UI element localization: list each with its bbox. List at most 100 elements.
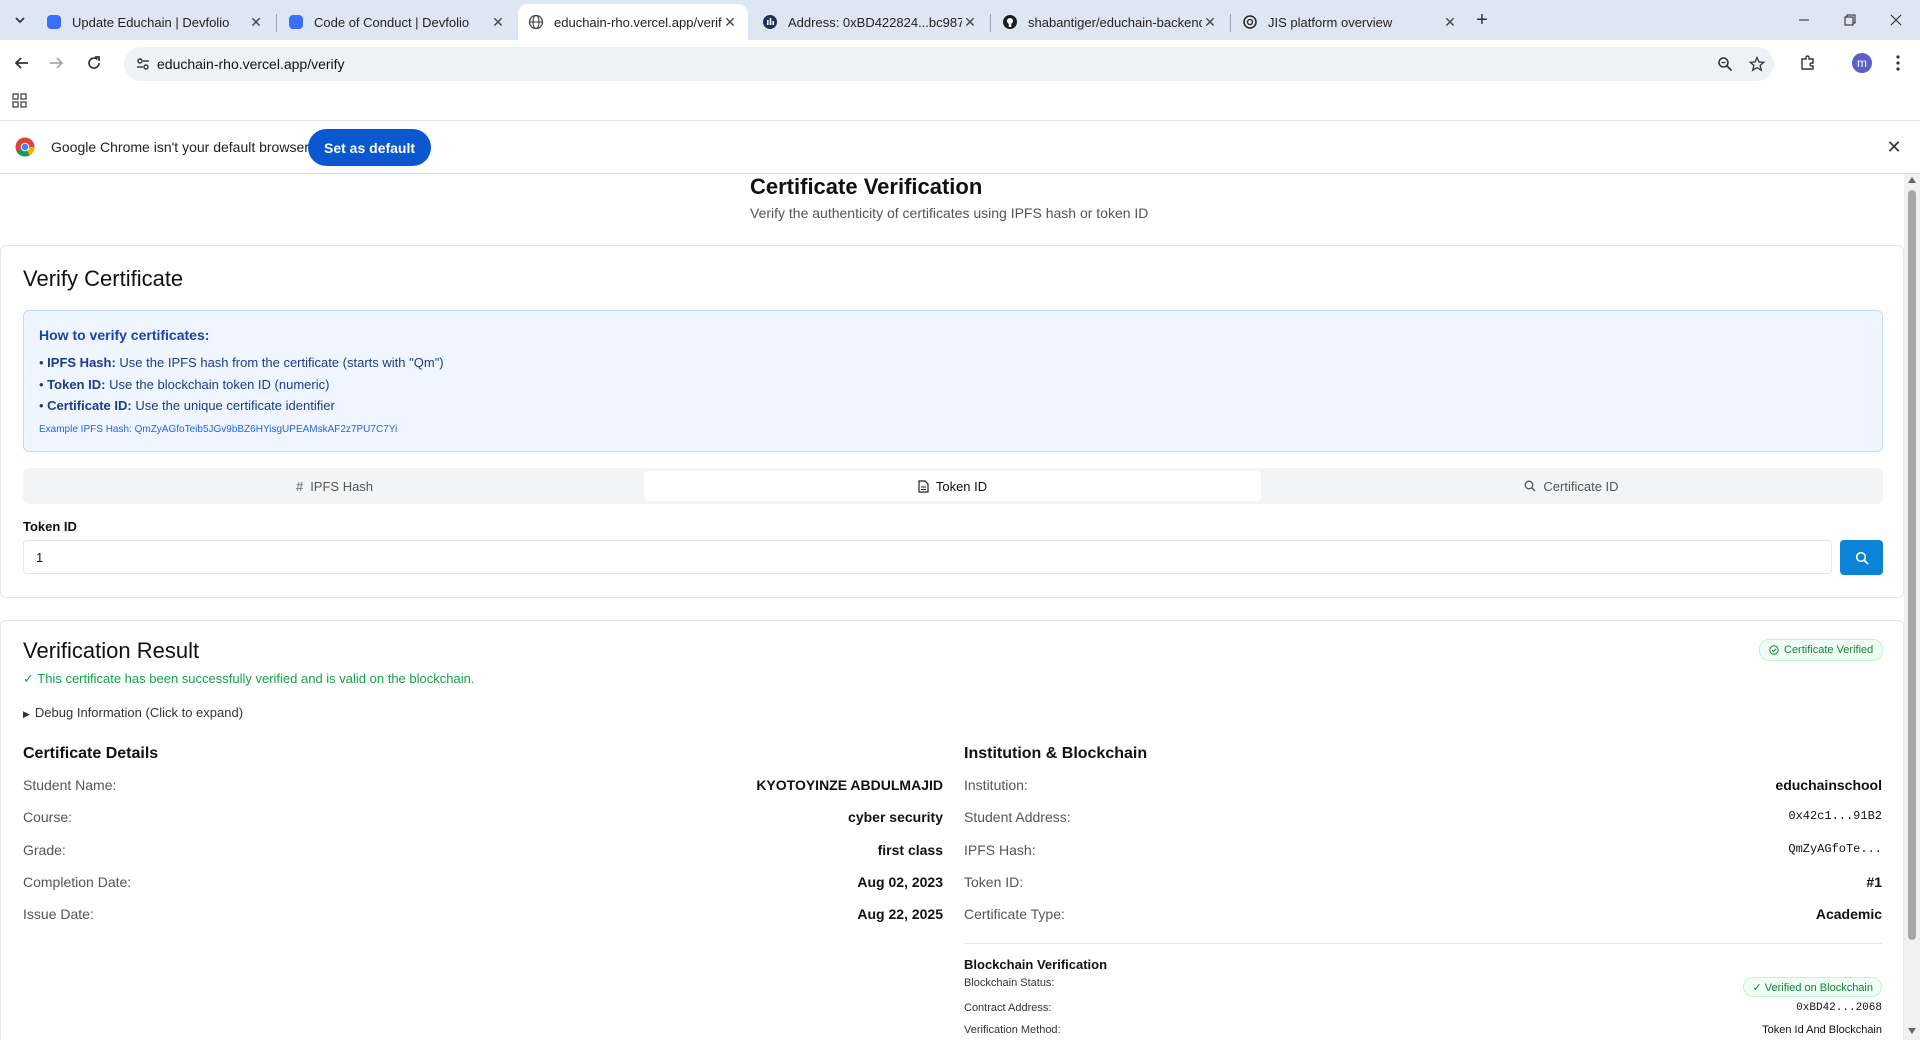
detail-label: Issue Date: [23, 906, 94, 922]
scrollbar-thumb[interactable] [1908, 190, 1916, 940]
token-id-input[interactable] [23, 540, 1832, 574]
check-circle-icon [1769, 645, 1779, 655]
devfolio-icon [288, 14, 304, 30]
browser-tab-1[interactable]: Update Educhain | Devfolio ✕ [36, 4, 274, 40]
detail-value: 0x42c1...91B2 [1788, 809, 1882, 823]
plus-icon: + [1476, 8, 1488, 31]
bookmark-star-icon[interactable] [1748, 55, 1766, 73]
site-info-icon[interactable] [134, 55, 152, 73]
tab-title: Update Educhain | Devfolio [72, 14, 230, 30]
detail-value: 0xBD42...2068 [1796, 1002, 1882, 1014]
browser-menu-button[interactable] [1886, 51, 1910, 75]
default-browser-infobar: Google Chrome isn't your default browser… [0, 120, 1920, 174]
certificate-details-heading: Certificate Details [23, 745, 159, 762]
detail-label: Completion Date: [23, 874, 132, 890]
detail-label: IPFS Hash: [964, 842, 1036, 858]
detail-value: KYOTOYINZE ABDULMAJID [756, 777, 943, 793]
address-bar[interactable]: educhain-rho.vercel.app/verify [124, 47, 1774, 81]
tab-token-id[interactable]: Token ID [644, 471, 1261, 501]
verified-on-blockchain-badge: ✓ Verified on Blockchain [1743, 977, 1882, 997]
tab-title: JIS platform overview [1268, 14, 1393, 30]
tab-label: IPFS Hash [310, 478, 374, 494]
tab-ipfs-hash[interactable]: # IPFS Hash [26, 471, 643, 501]
inst-row-student-address: Student Address: 0x42c1...91B2 [964, 809, 1882, 829]
hash-icon: # [295, 478, 304, 494]
set-as-default-button[interactable]: Set as default [308, 129, 432, 166]
browser-tab-2[interactable]: Code of Conduct | Devfolio ✕ [278, 4, 516, 40]
tab-search-button[interactable] [8, 8, 32, 32]
howto-line-certificate: • Certificate ID: Use the unique certifi… [39, 398, 335, 413]
detail-label: Student Address: [964, 809, 1071, 825]
success-message: ✓ This certificate has been successfully… [23, 671, 475, 686]
tab-title: Address: 0xBD422824...bc98720 [788, 14, 962, 30]
debug-label: Debug Information (Click to expand) [34, 705, 244, 720]
reload-button[interactable] [82, 51, 106, 75]
page-viewport: Certificate Verification Verify the auth… [0, 174, 1904, 1040]
search-icon [1855, 551, 1869, 565]
apps-grid-icon[interactable] [11, 92, 29, 110]
howto-text: Use the blockchain token ID (numeric) [109, 377, 330, 392]
close-tab-icon[interactable]: ✕ [962, 14, 978, 30]
close-tab-icon[interactable]: ✕ [490, 14, 506, 30]
browser-tab-6[interactable]: JIS platform overview ✕ [1232, 4, 1468, 40]
detail-label: Course: [23, 809, 73, 825]
detail-value: Academic [1815, 906, 1882, 922]
url-text[interactable]: educhain-rho.vercel.app/verify [157, 56, 345, 72]
close-tab-icon[interactable]: ✕ [1202, 14, 1218, 30]
section-divider [964, 943, 1882, 944]
page-header: Certificate Verification Verify the auth… [750, 174, 1148, 221]
browser-tab-5[interactable]: shabantiger/educhain-backend ✕ [992, 4, 1228, 40]
inst-row-certificate-type: Certificate Type: Academic [964, 906, 1882, 926]
close-tab-icon[interactable]: ✕ [248, 14, 264, 30]
detail-row-grade: Grade: first class [23, 842, 943, 862]
institution-blockchain-heading: Institution & Blockchain [964, 745, 1148, 762]
close-infobar-icon[interactable]: ✕ [1884, 137, 1904, 157]
forward-button[interactable] [44, 51, 68, 75]
verify-certificate-card: Verify Certificate How to verify certifi… [0, 245, 1904, 598]
document-icon [918, 479, 929, 493]
scroll-up-arrow-icon[interactable] [1908, 177, 1916, 183]
tab-title: shabantiger/educhain-backend [1028, 14, 1202, 30]
verify-search-button[interactable] [1840, 540, 1883, 575]
detail-value: cyber security [848, 809, 943, 825]
close-tab-icon[interactable]: ✕ [722, 14, 738, 30]
back-button[interactable] [10, 51, 34, 75]
detail-row-completion-date: Completion Date: Aug 02, 2023 [23, 874, 943, 894]
debug-info-toggle[interactable]: ▶ Debug Information (Click to expand) [23, 705, 243, 720]
close-window-button[interactable] [1884, 8, 1908, 32]
page-subtitle: Verify the authenticity of certificates … [750, 205, 1149, 221]
puzzle-icon [1801, 55, 1814, 70]
chrome-logo-icon [15, 137, 35, 157]
extensions-button[interactable] [1796, 51, 1820, 75]
detail-value: #1 [1866, 874, 1882, 890]
new-tab-button[interactable]: + [1470, 8, 1494, 32]
example-ipfs-hash: Example IPFS Hash: QmZyAGfoTeib5JGv9bBZ6… [39, 424, 398, 435]
minimize-button[interactable] [1792, 8, 1816, 32]
bc-row-status: Blockchain Status: ✓ Verified on Blockcha… [964, 977, 1882, 1001]
tab-certificate-id[interactable]: Certificate ID [1263, 471, 1880, 501]
scroll-down-arrow-icon[interactable] [1908, 1028, 1916, 1034]
tab-separator [990, 14, 991, 32]
restore-button[interactable] [1838, 8, 1862, 32]
detail-label: Certificate Type: [964, 906, 1065, 922]
verify-card-title: Verify Certificate [23, 266, 184, 291]
result-title: Verification Result [23, 638, 200, 663]
close-tab-icon[interactable]: ✕ [1442, 14, 1458, 30]
browser-tab-3-active[interactable]: educhain-rho.vercel.app/verify ✕ [518, 4, 748, 40]
inst-row-ipfs-hash: IPFS Hash: QmZyAGfoTe... [964, 842, 1882, 862]
profile-avatar[interactable]: m [1852, 53, 1872, 73]
badge-label: Certificate Verified [1784, 644, 1874, 656]
detail-value: Aug 22, 2025 [857, 906, 943, 922]
inst-row-institution: Institution: educhainschool [964, 777, 1882, 797]
howto-text: Use the unique certificate identifier [135, 398, 335, 413]
browser-tab-4[interactable]: Address: 0xBD422824...bc98720 ✕ [752, 4, 988, 40]
verification-result-card: Verification Result Certificate Verified… [0, 620, 1904, 1040]
page-scrollbar[interactable] [1904, 174, 1920, 1040]
detail-label: Student Name: [23, 777, 117, 793]
tab-label: Certificate ID [1543, 478, 1619, 494]
zoom-icon[interactable] [1716, 55, 1734, 73]
detail-label: Institution: [964, 777, 1028, 793]
tab-strip: Update Educhain | Devfolio ✕ Code of Con… [0, 0, 1920, 40]
detail-value: educhainschool [1775, 777, 1882, 793]
blockchain-verification-heading: Blockchain Verification [964, 957, 1108, 972]
